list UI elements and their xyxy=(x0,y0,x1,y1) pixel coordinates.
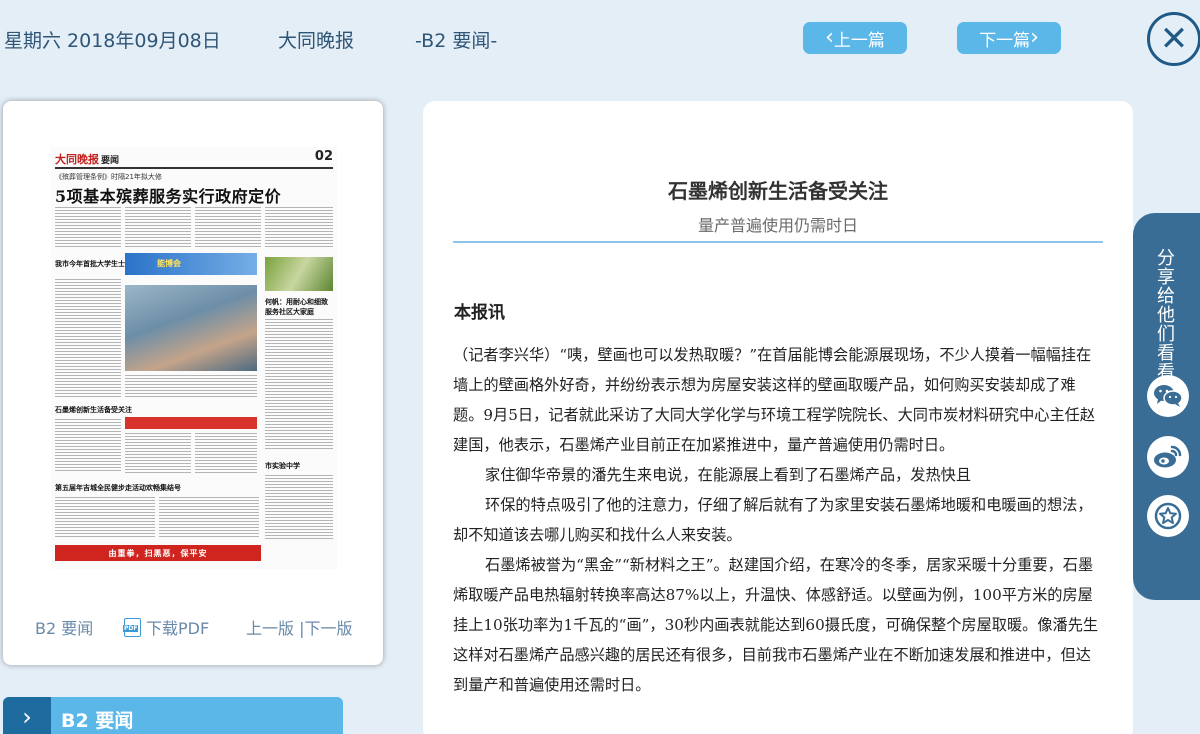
section-selector-tab[interactable]: › B2 要闻 xyxy=(3,697,343,734)
section-link[interactable]: B2 要闻 xyxy=(35,615,93,639)
thumb-footer-banner: 由重拳，扫黑恶，保平安 xyxy=(55,545,261,561)
article-paragraph: 家住御华帝景的潘先生来电说，在能源展上看到了石墨烯产品，发热快且 xyxy=(485,466,971,484)
prev-next-page-links[interactable]: 上一版 |下一版 xyxy=(246,615,352,639)
article-title: 石墨烯创新生活备受关注 xyxy=(668,179,888,203)
thumb-photo xyxy=(125,285,257,371)
thumb-text-column xyxy=(55,207,121,247)
thumb-subhead: 何帆：用耐心和细致服务社区大家庭 xyxy=(265,298,328,316)
thumb-text-column xyxy=(55,497,155,539)
thumb-banner-text: 能博会 xyxy=(157,259,181,268)
share-label: 分享给他们看看 xyxy=(1157,248,1175,383)
thumb-kicker: 《殡葬管理条例》时隔21年拟大修 xyxy=(55,173,162,181)
close-button[interactable]: ✕ xyxy=(1147,12,1200,66)
prev-article-button[interactable]: ‹ 上一篇 xyxy=(803,22,907,54)
thumb-section-name: 要闻 xyxy=(101,156,120,166)
next-article-button[interactable]: 下一篇 › xyxy=(957,22,1061,54)
top-bar: 星期六 2018年09月08日 大同晚报 -B2 要闻- ‹ 上一篇 下一篇 ›… xyxy=(0,0,1200,80)
thumb-text-column xyxy=(55,419,121,473)
thumb-banner: 能博会 xyxy=(125,253,257,275)
article-lead: 本报讯 xyxy=(454,303,505,323)
newspaper-name: 大同晚报 xyxy=(278,30,355,52)
download-pdf-label: 下载PDF xyxy=(146,619,210,638)
chevron-right-icon: › xyxy=(3,697,51,734)
chevron-right-icon: › xyxy=(1030,25,1039,50)
thumb-text-column xyxy=(265,319,333,449)
thumb-photo xyxy=(265,257,333,291)
prev-article-label: 上一篇 xyxy=(833,30,885,51)
page-thumbnail-card: 大同晚报 要闻 02 《殡葬管理条例》时隔21年拟大修 5项基本殡葬服务实行政府… xyxy=(3,101,383,665)
share-favorite-button[interactable] xyxy=(1147,495,1189,537)
newspaper-page-thumbnail[interactable]: 大同晚报 要闻 02 《殡葬管理条例》时隔21年拟大修 5项基本殡葬服务实行政府… xyxy=(51,147,337,569)
current-section: -B2 要闻- xyxy=(415,30,498,52)
thumb-text-column xyxy=(195,207,261,247)
thumb-text-column xyxy=(265,207,333,247)
thumb-text-column xyxy=(125,207,191,247)
thumb-subhead: 石墨烯创新生活备受关注 xyxy=(55,406,132,414)
issue-date: 星期六 2018年09月08日 xyxy=(4,30,221,52)
thumb-text-column xyxy=(265,475,333,539)
favorite-star-icon xyxy=(1154,502,1182,530)
article-paragraph: 石墨烯被誉为“黑金”“新材料之王”。赵建国介绍，在寒冷的冬季，居家采暖十分重要，… xyxy=(453,556,1099,694)
weibo-icon xyxy=(1154,445,1182,468)
article-paragraph: 环保的特点吸引了他的注意力，仔细了解后就有了为家里安装石墨烯地暖和电暖画的想法，… xyxy=(453,496,1093,544)
share-wechat-button[interactable] xyxy=(1147,375,1189,417)
thumb-page-number: 02 xyxy=(314,149,333,164)
next-article-label: 下一篇 xyxy=(979,30,1031,51)
article-body: （记者李兴华）“咦，壁画也可以发热取暖？”在首届能博会能源展现场，不少人摸着一幅… xyxy=(453,340,1105,700)
article-subtitle: 量产普遍使用仍需时日 xyxy=(697,216,858,235)
thumb-masthead: 大同晚报 xyxy=(55,153,99,166)
article-paragraph: （记者李兴华）“咦，壁画也可以发热取暖？”在首届能博会能源展现场，不少人摸着一幅… xyxy=(453,346,1096,454)
thumb-headline: 5项基本殡葬服务实行政府定价 xyxy=(55,187,282,206)
thumb-subhead: 市实验中学 xyxy=(265,462,300,470)
thumb-text-column xyxy=(55,279,121,399)
pdf-icon xyxy=(123,617,141,637)
article-panel: 石墨烯创新生活备受关注 量产普遍使用仍需时日 本报讯 （记者李兴华）“咦，壁画也… xyxy=(423,101,1133,734)
title-divider xyxy=(453,241,1103,243)
chevron-left-icon: ‹ xyxy=(825,25,834,50)
thumb-text-column xyxy=(125,433,191,473)
thumb-rule xyxy=(55,167,333,169)
share-panel: 分享给他们看看 xyxy=(1133,213,1200,600)
share-weibo-button[interactable] xyxy=(1147,436,1189,478)
thumb-subhead: 第五届年吉城全民健步走活动欢畅集结号 xyxy=(55,484,181,492)
wechat-icon xyxy=(1154,385,1183,407)
thumb-red-banner xyxy=(125,417,257,429)
thumb-text-column xyxy=(159,497,259,539)
close-icon: ✕ xyxy=(1159,19,1189,59)
section-tab-label: B2 要闻 xyxy=(61,710,134,732)
thumb-text-column xyxy=(195,433,257,473)
thumb-text-column xyxy=(125,375,257,399)
download-pdf-link[interactable]: 下载PDF xyxy=(123,615,210,639)
